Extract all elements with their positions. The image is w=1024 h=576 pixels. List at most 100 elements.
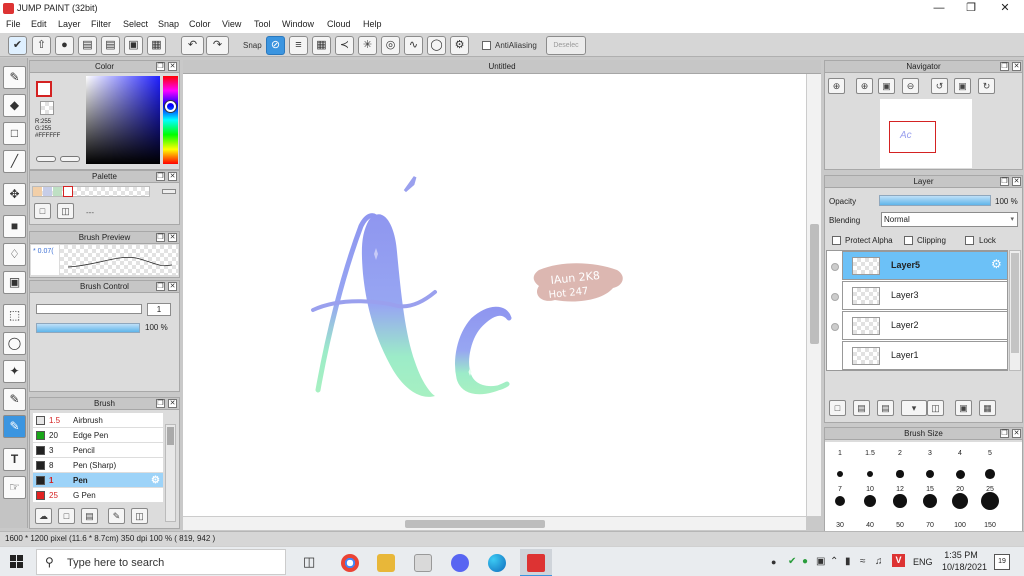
lock-checkbox[interactable]	[965, 236, 974, 245]
zoom-fit-icon[interactable]: ⊕	[828, 78, 845, 94]
palette-swatch[interactable]	[43, 187, 52, 196]
layer-scroll-thumb[interactable]	[1011, 253, 1019, 353]
jump-paint-taskbar-item[interactable]	[520, 549, 552, 576]
text-layer-icon[interactable]: ▤	[78, 36, 97, 55]
palette-swatch[interactable]	[33, 187, 42, 196]
eraser-tool-icon[interactable]: ◆	[3, 94, 26, 117]
taskbar-search-box[interactable]: ⚲ Type here to search	[36, 549, 286, 575]
panel-close-icon[interactable]: ✕	[1012, 177, 1021, 186]
document-icon[interactable]: ▣	[124, 36, 143, 55]
panel-float-icon[interactable]: ❐	[156, 62, 165, 71]
brush-copy-icon[interactable]: ▤	[81, 508, 98, 524]
copy-layer-icon[interactable]: ▤	[877, 400, 894, 416]
menu-layer[interactable]: Layer	[58, 19, 81, 29]
close-icon[interactable]: ✕	[990, 1, 1020, 16]
snap-circle-icon[interactable]: ◎	[381, 36, 400, 55]
brush-opacity-slider[interactable]	[36, 323, 140, 333]
tray-status-icon[interactable]: ✔	[788, 556, 796, 567]
layer-visibility-icon[interactable]	[831, 323, 839, 331]
brush-item[interactable]: 8 Pen (Sharp)	[33, 458, 163, 473]
bucket-tool-icon[interactable]: ♢	[3, 243, 26, 266]
actual-size-icon[interactable]: ▣	[878, 78, 895, 94]
minimize-icon[interactable]: —	[924, 1, 954, 16]
tray-overflow-icon[interactable]: ⌃	[830, 556, 838, 567]
windows-start-icon[interactable]	[10, 555, 24, 569]
panel-close-icon[interactable]: ✕	[1012, 62, 1021, 71]
hue-handle[interactable]	[165, 101, 176, 112]
hand-tool-icon[interactable]: ☞	[3, 476, 26, 499]
gradient-tool-icon[interactable]: ▣	[3, 271, 26, 294]
line-tool-icon[interactable]: ╱	[3, 150, 26, 173]
page-icon[interactable]: ▤	[101, 36, 120, 55]
brush-size-input[interactable]: 1	[147, 303, 171, 316]
layer-opacity-slider[interactable]	[879, 195, 991, 206]
navigator-viewport-frame[interactable]	[889, 121, 936, 153]
brush-item-selected[interactable]: 1 Pen ⚙	[33, 473, 163, 488]
wifi-icon[interactable]: ≈	[860, 556, 866, 567]
protect-alpha-checkbox[interactable]	[832, 236, 841, 245]
layer-menu-icon[interactable]: ▦	[979, 400, 996, 416]
zoom-in-icon[interactable]: ⊕	[856, 78, 873, 94]
menu-select[interactable]: Select	[123, 19, 148, 29]
palette-menu-icon[interactable]	[162, 189, 176, 194]
menu-cloud[interactable]: Cloud	[327, 19, 351, 29]
panel-float-icon[interactable]: ❐	[156, 233, 165, 242]
menu-snap[interactable]: Snap	[158, 19, 179, 29]
brush-cloud-icon[interactable]: ☁	[35, 508, 52, 524]
panel-float-icon[interactable]: ❐	[156, 399, 165, 408]
tray-app-icon[interactable]: V	[892, 554, 905, 567]
fill-rect-tool-icon[interactable]: ■	[3, 215, 26, 238]
palette-new-icon[interactable]: □	[34, 203, 51, 219]
navigator-thumbnail[interactable]: Ac	[880, 99, 972, 168]
zoom-out-icon[interactable]: ⊖	[902, 78, 919, 94]
panel-float-icon[interactable]: ❐	[156, 282, 165, 291]
brush-size-option[interactable]	[981, 492, 999, 510]
horizontal-scroll-thumb[interactable]	[405, 520, 545, 528]
saturation-value-picker[interactable]	[86, 76, 160, 164]
paint-app-icon[interactable]	[414, 554, 432, 572]
menu-color[interactable]: Color	[189, 19, 211, 29]
rotate-left-icon[interactable]: ↺	[931, 78, 948, 94]
brush-size-option[interactable]	[837, 471, 843, 477]
layer-list-scrollbar[interactable]	[1009, 250, 1021, 371]
canvas-tab[interactable]: Untitled	[183, 60, 821, 74]
menu-filter[interactable]: Filter	[91, 19, 111, 29]
restore-icon[interactable]: ❐	[956, 1, 986, 16]
new-layer-icon[interactable]: □	[829, 400, 846, 416]
volume-icon[interactable]: ♫	[875, 556, 883, 567]
panel-close-icon[interactable]: ✕	[168, 282, 177, 291]
blending-select[interactable]: Normal ▾	[881, 212, 1018, 227]
brush-size-option[interactable]	[896, 470, 904, 478]
snap-settings-icon[interactable]: ⚙	[450, 36, 469, 55]
layer-folder-icon[interactable]: ◫	[927, 400, 944, 416]
palette-swatch-selected[interactable]	[63, 186, 73, 197]
brush-item[interactable]: 3 Pencil	[33, 443, 163, 458]
panel-close-icon[interactable]: ✕	[168, 62, 177, 71]
eyedropper-tool-icon[interactable]: ✎	[3, 415, 26, 438]
flip-icon[interactable]: ▣	[954, 78, 971, 94]
panel-close-icon[interactable]: ✕	[168, 172, 177, 181]
brush-size-option[interactable]	[893, 494, 907, 508]
background-color-swatch[interactable]	[40, 101, 54, 115]
layer-visibility-icon[interactable]	[831, 263, 839, 271]
rotate-right-icon[interactable]: ↻	[978, 78, 995, 94]
lasso-tool-icon[interactable]: ◯	[3, 332, 26, 355]
brush-tool-icon[interactable]: ✎	[3, 66, 26, 89]
comment-icon[interactable]: ●	[55, 36, 74, 55]
layer-visibility-icon[interactable]	[831, 293, 839, 301]
brush-edit-icon[interactable]: ✎	[108, 508, 125, 524]
snap-ellipse-icon[interactable]: ◯	[427, 36, 446, 55]
hue-slider[interactable]	[163, 76, 178, 164]
file-explorer-icon[interactable]	[377, 554, 395, 572]
snap-perspective-icon[interactable]: ≺	[335, 36, 354, 55]
brush-item[interactable]: 1.5 Airbrush	[33, 413, 163, 428]
brush-list-scrollbar[interactable]	[165, 424, 176, 522]
open-icon[interactable]: ⇧	[32, 36, 51, 55]
grid-layout-icon[interactable]: ▦	[147, 36, 166, 55]
panel-close-icon[interactable]: ✕	[168, 399, 177, 408]
menu-file[interactable]: File	[6, 19, 21, 29]
brush-item[interactable]: 20 Edge Pen	[33, 428, 163, 443]
snap-grid-icon[interactable]: ▦	[312, 36, 331, 55]
layer-row[interactable]: Layer2	[842, 311, 1008, 340]
snap-off-icon[interactable]: ⊘	[266, 36, 285, 55]
